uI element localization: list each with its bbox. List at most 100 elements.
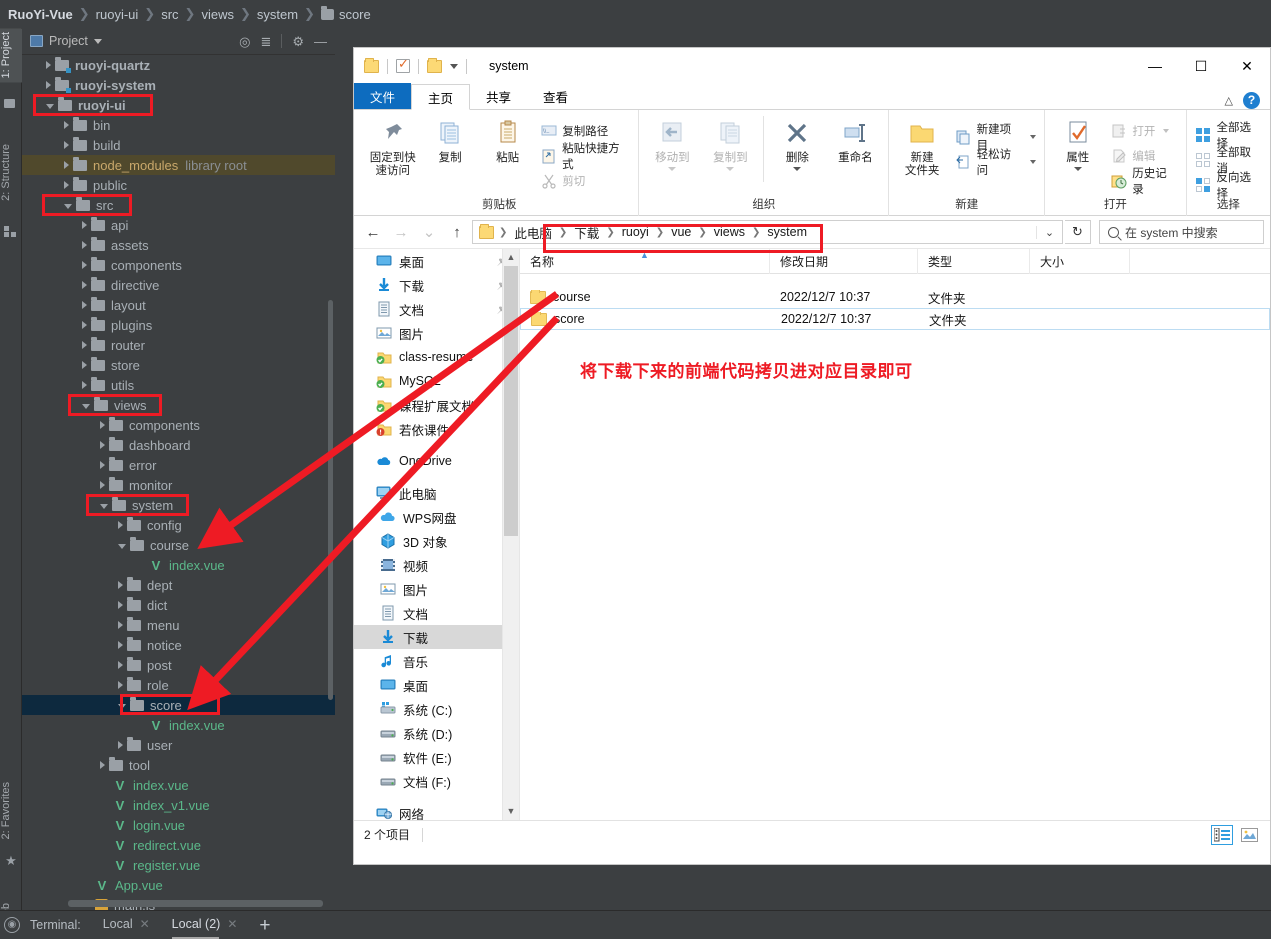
breadcrumb-item-ruoyi-ui[interactable]: ruoyi-ui xyxy=(96,7,139,22)
chevron-right-icon[interactable] xyxy=(118,741,123,749)
address-path-field[interactable]: ❯ 此电脑 ❯ 下载 ❯ ruoyi ❯ vue ❯ views ❯ syste… xyxy=(472,220,1063,244)
tree-node-public[interactable]: public xyxy=(22,175,335,195)
chevron-right-icon[interactable] xyxy=(118,621,123,629)
path-crumb-this-pc[interactable]: 此电脑 xyxy=(512,223,554,242)
tree-node-login.vue[interactable]: Vlogin.vue xyxy=(22,815,335,835)
details-view-button[interactable] xyxy=(1211,824,1233,845)
path-crumb-downloads[interactable]: 下载 xyxy=(572,223,601,242)
chevron-down-icon[interactable] xyxy=(1073,167,1082,171)
chevron-right-icon[interactable] xyxy=(82,221,87,229)
tab-view[interactable]: 查看 xyxy=(527,83,584,109)
tree-node-index.vue[interactable]: Vindex.vue xyxy=(22,555,335,575)
tree-node-utils[interactable]: utils xyxy=(22,375,335,395)
tree-node-components[interactable]: components xyxy=(22,415,335,435)
tree-node-app.vue[interactable]: V App.vue xyxy=(22,875,335,895)
pin-to-quick-access-button[interactable]: 固定到快 速访问 xyxy=(364,114,421,178)
tree-node-score[interactable]: score xyxy=(22,695,335,715)
tree-node-views[interactable]: views xyxy=(22,395,335,415)
tab-file[interactable]: 文件 xyxy=(354,83,412,109)
close-icon[interactable]: ✕ xyxy=(140,917,150,931)
tree-node-monitor[interactable]: monitor xyxy=(22,475,335,495)
chevron-right-icon[interactable] xyxy=(46,61,51,69)
tree-node-system[interactable]: system xyxy=(22,495,335,515)
tree-node-dict[interactable]: dict xyxy=(22,595,335,615)
tree-node-api[interactable]: api xyxy=(22,215,335,235)
tree-node-ruoyi-system[interactable]: ruoyi-system xyxy=(22,75,335,95)
minimize-icon[interactable]: — xyxy=(314,35,327,48)
nav-item-[interactable]: 网络 xyxy=(354,801,519,820)
nav-item-d[interactable]: 系统 (D:) xyxy=(354,721,519,745)
close-button[interactable]: ✕ xyxy=(1224,48,1270,84)
chevron-down-icon[interactable] xyxy=(118,543,126,549)
navigation-pane[interactable]: 桌面📌下载📌文档📌图片📌 class-resume MySQL 课程扩展文档若依课件 O… xyxy=(354,249,519,820)
tree-node-ruoyi-quartz[interactable]: ruoyi-quartz xyxy=(22,55,335,75)
nav-item-[interactable]: 桌面 xyxy=(354,673,519,697)
nav-item-[interactable]: 下载📌 xyxy=(354,273,519,297)
chevron-right-icon[interactable] xyxy=(118,601,123,609)
chevron-right-icon[interactable] xyxy=(82,341,87,349)
refresh-button[interactable]: ↻ xyxy=(1065,220,1091,244)
tree-node-components[interactable]: components xyxy=(22,255,335,275)
chevron-right-icon[interactable] xyxy=(118,661,123,669)
path-crumb-views[interactable]: views xyxy=(712,225,747,239)
paste-button[interactable]: 粘贴 xyxy=(479,114,536,165)
add-terminal-button[interactable]: + xyxy=(259,916,270,935)
chevron-right-icon[interactable] xyxy=(82,261,87,269)
back-button[interactable]: ← xyxy=(360,219,386,245)
tree-node-redirect.vue[interactable]: Vredirect.vue xyxy=(22,835,335,855)
tree-node-role[interactable]: role xyxy=(22,675,335,695)
nav-item-[interactable]: 课程扩展文档 xyxy=(354,393,519,417)
chevron-right-icon[interactable] xyxy=(82,361,87,369)
up-button[interactable]: ↑ xyxy=(444,219,470,245)
history-button[interactable]: 历史记录 xyxy=(1110,168,1177,196)
tree-node-ruoyi-ui[interactable]: ruoyi-ui xyxy=(22,95,335,115)
nav-item-e[interactable]: 软件 (E:) xyxy=(354,745,519,769)
chevron-down-icon[interactable] xyxy=(450,63,458,69)
tree-node-error[interactable]: error xyxy=(22,455,335,475)
new-folder-quick-icon[interactable] xyxy=(427,57,442,73)
chevron-right-icon[interactable] xyxy=(46,81,51,89)
chevron-right-icon[interactable] xyxy=(100,461,105,469)
nav-item-f[interactable]: 文档 (F:) xyxy=(354,769,519,793)
tree-node-course[interactable]: course xyxy=(22,535,335,555)
sidebar-item-project[interactable]: 1: Project xyxy=(0,28,22,83)
breadcrumb-item-system[interactable]: system xyxy=(257,7,298,22)
nav-item-onedrive[interactable]: OneDrive xyxy=(354,449,519,473)
tree-node-index_v1.vue[interactable]: Vindex_v1.vue xyxy=(22,795,335,815)
tree-node-dept[interactable]: dept xyxy=(22,575,335,595)
chevron-right-icon[interactable] xyxy=(100,761,105,769)
chevron-right-icon[interactable] xyxy=(100,481,105,489)
chevron-right-icon[interactable] xyxy=(64,161,69,169)
tree-node-assets[interactable]: assets xyxy=(22,235,335,255)
nav-item-mysql[interactable]: MySQL xyxy=(354,369,519,393)
tree-node-build[interactable]: build xyxy=(22,135,335,155)
file-row[interactable]: course 2022/12/7 10:37 文件夹 xyxy=(520,286,1270,308)
chevron-down-icon[interactable] xyxy=(100,503,108,509)
chevron-right-icon[interactable] xyxy=(100,441,105,449)
tree-node-index.vue[interactable]: Vindex.vue xyxy=(22,715,335,735)
chevron-right-icon[interactable] xyxy=(82,301,87,309)
project-tree[interactable]: ruoyi-quartz ruoyi-system ruoyi-ui bin build… xyxy=(22,55,335,910)
path-crumb-vue[interactable]: vue xyxy=(669,225,693,239)
tree-node-router[interactable]: router xyxy=(22,335,335,355)
tree-node-tool[interactable]: tool xyxy=(22,755,335,775)
rename-button[interactable]: 重命名 xyxy=(826,114,884,165)
chevron-down-icon[interactable] xyxy=(118,703,126,709)
locate-icon[interactable]: ◎ xyxy=(239,35,250,48)
chevron-right-icon[interactable] xyxy=(82,381,87,389)
chevron-right-icon[interactable] xyxy=(118,581,123,589)
maximize-button[interactable]: ☐ xyxy=(1178,48,1224,84)
column-header-modified[interactable]: 修改日期 xyxy=(770,248,918,274)
chevron-down-icon[interactable] xyxy=(82,403,90,409)
tree-node-src[interactable]: src xyxy=(22,195,335,215)
terminal-tab-local-2[interactable]: Local (2) ✕ xyxy=(171,917,237,939)
chevron-right-icon[interactable] xyxy=(118,641,123,649)
nav-item-[interactable]: 视频 xyxy=(354,553,519,577)
tree-node-post[interactable]: post xyxy=(22,655,335,675)
tab-home[interactable]: 主页 xyxy=(411,84,471,110)
path-crumb-system[interactable]: system xyxy=(765,225,809,239)
chevron-down-icon[interactable]: ⌄ xyxy=(1036,225,1062,239)
chevron-down-icon[interactable] xyxy=(46,103,54,109)
chevron-down-icon[interactable] xyxy=(1030,159,1036,164)
chevron-right-icon[interactable] xyxy=(82,241,87,249)
